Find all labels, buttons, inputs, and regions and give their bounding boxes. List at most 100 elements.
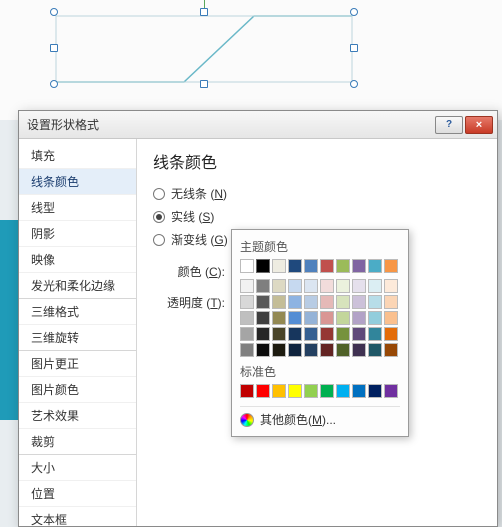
color-swatch[interactable] [256, 384, 270, 398]
sidebar-item-2[interactable]: 线型 [19, 195, 136, 221]
color-swatch[interactable] [352, 343, 366, 357]
resize-handle-ml[interactable] [50, 44, 58, 52]
color-swatch[interactable] [320, 384, 334, 398]
color-swatch[interactable] [320, 327, 334, 341]
color-swatch[interactable] [368, 384, 382, 398]
color-swatch[interactable] [256, 259, 270, 273]
color-swatch[interactable] [240, 384, 254, 398]
color-swatch[interactable] [336, 279, 350, 293]
color-swatch[interactable] [288, 343, 302, 357]
color-swatch[interactable] [256, 343, 270, 357]
color-swatch[interactable] [288, 311, 302, 325]
color-swatch[interactable] [384, 295, 398, 309]
color-swatch[interactable] [256, 279, 270, 293]
sidebar-item-14[interactable]: 文本框 [19, 507, 136, 526]
color-swatch[interactable] [240, 343, 254, 357]
color-swatch[interactable] [240, 311, 254, 325]
color-swatch[interactable] [240, 295, 254, 309]
color-swatch[interactable] [352, 279, 366, 293]
sidebar-item-9[interactable]: 图片颜色 [19, 377, 136, 403]
color-swatch[interactable] [384, 384, 398, 398]
color-swatch[interactable] [272, 343, 286, 357]
color-swatch[interactable] [320, 279, 334, 293]
color-swatch[interactable] [288, 295, 302, 309]
color-swatch[interactable] [336, 259, 350, 273]
close-button[interactable]: × [465, 116, 493, 134]
color-swatch[interactable] [272, 384, 286, 398]
sidebar-item-4[interactable]: 映像 [19, 247, 136, 273]
color-swatch[interactable] [368, 295, 382, 309]
sidebar-item-6[interactable]: 三维格式 [19, 299, 136, 325]
color-swatch[interactable] [368, 327, 382, 341]
color-swatch[interactable] [352, 295, 366, 309]
resize-handle-tl[interactable] [50, 8, 58, 16]
color-swatch[interactable] [304, 327, 318, 341]
color-swatch[interactable] [320, 343, 334, 357]
color-swatch[interactable] [384, 279, 398, 293]
color-swatch[interactable] [272, 311, 286, 325]
sidebar-item-11[interactable]: 裁剪 [19, 429, 136, 455]
color-swatch[interactable] [384, 327, 398, 341]
color-swatch[interactable] [336, 327, 350, 341]
sidebar-item-5[interactable]: 发光和柔化边缘 [19, 273, 136, 299]
color-swatch[interactable] [304, 295, 318, 309]
color-swatch[interactable] [272, 295, 286, 309]
sidebar-item-1[interactable]: 线条颜色 [19, 169, 136, 195]
selected-shape[interactable] [54, 12, 354, 84]
color-swatch[interactable] [288, 279, 302, 293]
color-swatch[interactable] [240, 259, 254, 273]
resize-handle-br[interactable] [350, 80, 358, 88]
resize-handle-bl[interactable] [50, 80, 58, 88]
color-swatch[interactable] [240, 279, 254, 293]
color-swatch[interactable] [288, 259, 302, 273]
sidebar-item-13[interactable]: 位置 [19, 481, 136, 507]
resize-handle-mr[interactable] [350, 44, 358, 52]
color-swatch[interactable] [336, 295, 350, 309]
color-swatch[interactable] [384, 259, 398, 273]
sidebar-item-0[interactable]: 填充 [19, 143, 136, 169]
color-swatch[interactable] [368, 343, 382, 357]
color-swatch[interactable] [352, 384, 366, 398]
color-swatch[interactable] [320, 295, 334, 309]
color-swatch[interactable] [320, 259, 334, 273]
color-swatch[interactable] [320, 311, 334, 325]
color-swatch[interactable] [352, 259, 366, 273]
color-swatch[interactable] [336, 384, 350, 398]
color-swatch[interactable] [272, 279, 286, 293]
sidebar-item-8[interactable]: 图片更正 [19, 351, 136, 377]
color-swatch[interactable] [240, 327, 254, 341]
option-solid-line[interactable]: 实线 (S) [153, 208, 481, 225]
color-swatch[interactable] [272, 327, 286, 341]
resize-handle-tm[interactable] [200, 8, 208, 16]
color-swatch[interactable] [368, 259, 382, 273]
color-swatch[interactable] [304, 259, 318, 273]
color-swatch[interactable] [336, 343, 350, 357]
color-swatch[interactable] [368, 311, 382, 325]
color-swatch[interactable] [272, 259, 286, 273]
color-swatch[interactable] [288, 384, 302, 398]
color-swatch[interactable] [352, 311, 366, 325]
color-swatch[interactable] [304, 384, 318, 398]
sidebar-item-10[interactable]: 艺术效果 [19, 403, 136, 429]
sidebar-item-7[interactable]: 三维旋转 [19, 325, 136, 351]
color-swatch[interactable] [304, 343, 318, 357]
color-swatch[interactable] [288, 327, 302, 341]
more-colors-item[interactable]: 其他颜色(M)... [240, 406, 400, 428]
color-swatch[interactable] [352, 327, 366, 341]
resize-handle-bm[interactable] [200, 80, 208, 88]
sidebar-item-12[interactable]: 大小 [19, 455, 136, 481]
resize-handle-tr[interactable] [350, 8, 358, 16]
color-swatch[interactable] [384, 311, 398, 325]
dialog-titlebar[interactable]: 设置形状格式 ? × [19, 111, 497, 139]
color-swatch[interactable] [256, 311, 270, 325]
color-swatch[interactable] [368, 279, 382, 293]
color-swatch[interactable] [256, 295, 270, 309]
color-swatch[interactable] [384, 343, 398, 357]
color-swatch[interactable] [336, 311, 350, 325]
color-swatch[interactable] [304, 311, 318, 325]
color-swatch[interactable] [256, 327, 270, 341]
color-swatch[interactable] [304, 279, 318, 293]
help-button[interactable]: ? [435, 116, 463, 134]
option-no-line[interactable]: 无线条 (N) [153, 185, 481, 202]
sidebar-item-3[interactable]: 阴影 [19, 221, 136, 247]
